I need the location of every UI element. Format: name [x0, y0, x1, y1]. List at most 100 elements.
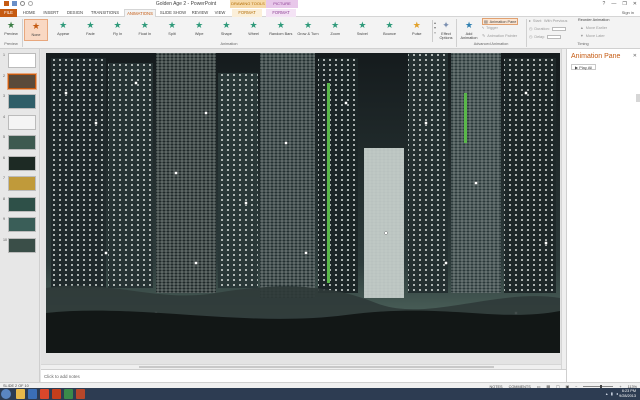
taskbar-app-icon[interactable] — [52, 389, 61, 399]
fade-star-icon: ★ — [86, 20, 95, 30]
animation-pulse-button[interactable]: ★ Pulse — [405, 19, 429, 41]
move-earlier-button[interactable]: ▲ Move Earlier — [580, 26, 607, 30]
delay-field[interactable]: ◷ Delay: — [529, 34, 562, 39]
animation-label: Appear — [57, 32, 70, 36]
start-button-icon[interactable] — [1, 389, 11, 399]
slide-thumbnail[interactable]: 1 — [3, 53, 37, 68]
slide-thumbnail[interactable]: 8 — [3, 196, 37, 212]
animation-grow-turn-button[interactable]: ★ Grow & Turn — [296, 19, 320, 41]
arrow-down-icon: ▼ — [580, 34, 584, 38]
restore-icon[interactable]: ❐ — [622, 1, 626, 7]
powerpoint-window: Golden Age 2 - PowerPoint ? — ❐ ✕ DRAWIN… — [0, 0, 640, 400]
animation-random-bars-button[interactable]: ★ Random Bars — [269, 19, 293, 41]
paintbrush-icon: ✎ — [482, 34, 486, 38]
tab-drawing-format[interactable]: FORMAT — [232, 9, 262, 17]
move-later-label: Move Later — [585, 34, 605, 38]
tab-review[interactable]: REVIEW — [190, 9, 210, 17]
slide-thumbnail[interactable]: 10 — [3, 237, 37, 253]
tab-slide-show[interactable]: SLIDE SHOW — [158, 9, 188, 17]
zoom-slider[interactable] — [583, 385, 614, 388]
animation-zoom-button[interactable]: ★ Zoom — [323, 19, 347, 41]
trigger-button[interactable]: ϟ Trigger — [482, 26, 498, 30]
tab-file[interactable]: FILE — [0, 9, 17, 17]
move-later-button[interactable]: ▼ Move Later — [580, 34, 605, 38]
add-animation-icon: ★ — [464, 20, 474, 30]
delay-input[interactable] — [547, 34, 562, 39]
start-dropdown[interactable]: ▸ Start: With Previous — [529, 18, 567, 24]
animation-label: Float In — [138, 32, 152, 36]
building-silhouettes — [51, 53, 556, 298]
play-all-button[interactable]: ▶ Play All — [571, 64, 597, 70]
effect-options-button[interactable]: ✦ Effect Options — [437, 19, 455, 41]
animation-pane-title: Animation Pane — [571, 53, 621, 60]
system-tray-icons: ▴ ▮ ◂ — [606, 391, 618, 396]
taskbar-app-icon[interactable] — [76, 389, 85, 399]
animation-appear-button[interactable]: ★ Appear — [51, 19, 75, 41]
taskbar-app-icon[interactable] — [40, 389, 49, 399]
slide-canvas[interactable] — [46, 53, 560, 353]
slide-thumbnail[interactable]: 2 — [3, 72, 37, 90]
city-skyline-picture[interactable] — [46, 53, 560, 353]
reorder-animation-title: Reorder Animation — [578, 18, 610, 22]
arrow-up-icon: ▲ — [580, 26, 584, 30]
arrow-up-icon[interactable]: ▴ — [606, 391, 608, 396]
tab-animations[interactable]: ANIMATIONS — [124, 9, 156, 17]
animation-label: Fly In — [112, 32, 123, 36]
sign-in-link[interactable]: Sign in — [622, 10, 634, 15]
taskbar-app-icon[interactable] — [16, 389, 25, 399]
tab-transitions[interactable]: TRANSITIONS — [88, 9, 122, 17]
animation-fly-in-button[interactable]: ★ Fly In — [106, 19, 130, 41]
tab-view[interactable]: VIEW — [212, 9, 228, 17]
ribbon-tabs: FILE HOME INSERT DESIGN TRANSITIONS ANIM… — [0, 8, 640, 17]
animation-none-button[interactable]: ★ None — [24, 19, 48, 41]
slide-thumbnail-image — [8, 237, 36, 253]
duration-field[interactable]: ◷ Duration: — [529, 26, 566, 31]
pane-scrollbar[interactable] — [636, 94, 640, 102]
animation-bounce-button[interactable]: ★ Bounce — [378, 19, 402, 41]
add-animation-button[interactable]: ★ Add Animation — [458, 19, 480, 41]
system-clock[interactable]: 6:23 PM 9/28/2013 — [619, 389, 636, 399]
slide-thumbnail[interactable]: 7 — [3, 176, 37, 191]
taskbar-app-icon[interactable] — [28, 389, 37, 399]
bounce-star-icon: ★ — [385, 20, 394, 30]
slide-thumbnail[interactable]: 4 — [3, 114, 37, 130]
notes-pane[interactable]: Click to add notes — [41, 369, 566, 382]
animation-swivel-button[interactable]: ★ Swivel — [350, 19, 374, 41]
tab-design[interactable]: DESIGN — [64, 9, 86, 17]
animation-pane-label: Animation Pane — [489, 19, 517, 24]
animation-fade-button[interactable]: ★ Fade — [78, 19, 102, 41]
tab-picture-format[interactable]: FORMAT — [266, 9, 296, 17]
animation-split-button[interactable]: ★ Split — [160, 19, 184, 41]
animation-pane-icon: ▤ — [484, 20, 488, 24]
animation-pane-button[interactable]: ▤ Animation Pane — [482, 18, 519, 25]
duration-input[interactable] — [551, 26, 566, 31]
close-icon[interactable]: ✕ — [633, 1, 637, 7]
preview-button[interactable]: ★ Preview — [1, 19, 21, 41]
horizontal-scroll-thumb[interactable] — [139, 366, 494, 368]
help-icon[interactable]: ? — [603, 1, 606, 7]
network-icon[interactable]: ▮ — [611, 391, 613, 396]
animation-painter-button[interactable]: ✎ Animation Painter — [482, 33, 517, 39]
minimize-icon[interactable]: — — [611, 1, 616, 7]
slide-thumbnail[interactable]: 9 — [3, 217, 37, 232]
slide-thumbnail[interactable]: 3 — [3, 94, 37, 109]
close-pane-icon[interactable]: ✕ — [633, 53, 637, 59]
slide-thumbnail[interactable]: 5 — [3, 135, 37, 150]
title-bar: Golden Age 2 - PowerPoint ? — ❐ ✕ — [0, 0, 640, 8]
animation-pane: Animation Pane ✕ ▶ Play All — [566, 49, 640, 382]
animation-shape-button[interactable]: ★ Shape — [214, 19, 238, 41]
slide-thumbnail[interactable]: 6 — [3, 155, 37, 171]
tab-insert[interactable]: INSERT — [40, 9, 62, 17]
none-star-icon: ★ — [31, 21, 41, 31]
timing-group-label: Timing — [577, 42, 589, 46]
start-label: Start: — [532, 18, 542, 23]
tab-home[interactable]: HOME — [20, 9, 38, 17]
picture-tools-header: PICTURE TOOLS — [266, 0, 298, 14]
preview-group-label: Preview — [4, 42, 18, 46]
animation-float-in-button[interactable]: ★ Float In — [133, 19, 157, 41]
animation-wipe-button[interactable]: ★ Wipe — [187, 19, 211, 41]
animation-wheel-button[interactable]: ★ Wheel — [242, 19, 266, 41]
slide-thumbnail-image — [8, 217, 36, 232]
taskbar-app-icon[interactable] — [64, 389, 73, 399]
volume-icon[interactable]: ◂ — [616, 391, 618, 396]
